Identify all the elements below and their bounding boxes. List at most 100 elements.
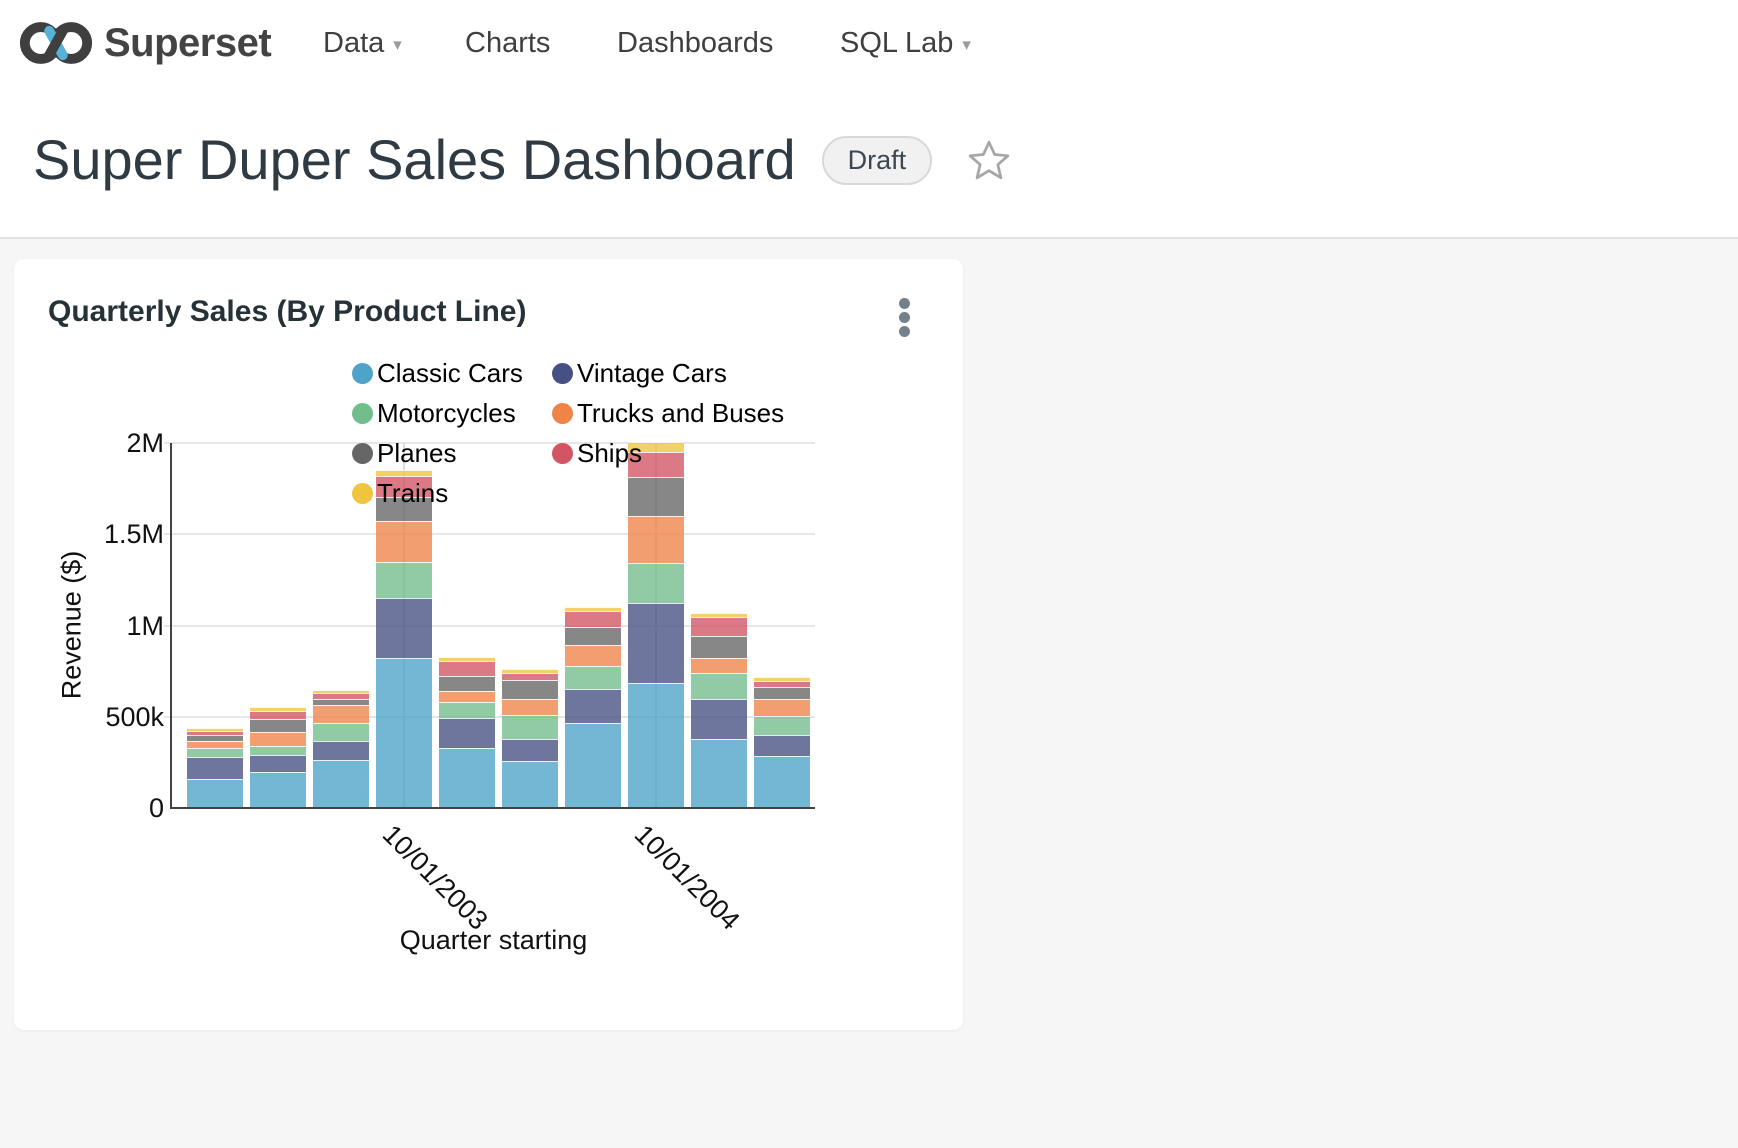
bar-segment-classic-cars[interactable] <box>313 760 369 808</box>
bar-segment-classic-cars[interactable] <box>502 761 558 808</box>
bar-segment-trucks-and-buses[interactable] <box>502 699 558 715</box>
bar-segment-trucks-and-buses[interactable] <box>376 521 432 562</box>
legend-label: Vintage Cars <box>577 358 727 389</box>
status-badge: Draft <box>822 136 933 185</box>
chart-legend: Classic Cars Vintage Cars Motorcycles Truck… <box>352 353 784 513</box>
bar-segment-planes[interactable] <box>565 627 621 645</box>
bar-segment-classic-cars[interactable] <box>187 779 243 808</box>
bar-segment-classic-cars[interactable] <box>250 772 306 808</box>
bar-segment-motorcycles[interactable] <box>691 673 747 699</box>
bar-segment-motorcycles[interactable] <box>502 715 558 739</box>
bar-segment-trucks-and-buses[interactable] <box>439 691 495 702</box>
legend-item-trains[interactable]: Trains <box>352 473 552 513</box>
bar-segment-classic-cars[interactable] <box>439 748 495 808</box>
bar-segment-trucks-and-buses[interactable] <box>565 645 621 666</box>
bar-segment-trucks-and-buses[interactable] <box>628 516 684 563</box>
stacked-bar-07/01/2004[interactable] <box>565 607 621 808</box>
bar-segment-motorcycles[interactable] <box>376 562 432 598</box>
legend-color-dot <box>352 443 373 464</box>
legend-item-trucks-and-buses[interactable]: Trucks and Buses <box>552 393 784 433</box>
legend-color-dot <box>552 403 573 424</box>
legend-color-dot <box>352 363 373 384</box>
legend-item-classic-cars[interactable]: Classic Cars <box>352 353 552 393</box>
dashboard-title-row: Super Duper Sales Dashboard Draft <box>33 124 1010 196</box>
app-header: Superset Data▾ Charts Dashboards SQL Lab▾ S… <box>0 0 1738 239</box>
page-title: Super Duper Sales Dashboard <box>33 124 796 196</box>
bar-segment-planes[interactable] <box>691 636 747 658</box>
nav-item-charts[interactable]: Charts <box>465 0 550 86</box>
favorite-star-icon[interactable] <box>968 139 1010 181</box>
y-tick-label: 1.5M <box>54 518 164 550</box>
bar-segment-vintage-cars[interactable] <box>439 718 495 748</box>
bar-segment-vintage-cars[interactable] <box>754 735 810 756</box>
legend-label: Trains <box>377 478 448 509</box>
chevron-down-icon: ▾ <box>962 35 971 55</box>
bar-segment-motorcycles[interactable] <box>628 563 684 603</box>
stacked-bar-07/01/2003[interactable] <box>313 690 369 808</box>
chevron-down-icon: ▾ <box>393 35 402 55</box>
bar-segment-trucks-and-buses[interactable] <box>250 732 306 746</box>
legend-label: Ships <box>577 438 642 469</box>
stacked-bar-01/01/2003[interactable] <box>187 728 243 808</box>
bar-segment-trucks-and-buses[interactable] <box>691 658 747 673</box>
bar-segment-ships[interactable] <box>565 611 621 627</box>
legend-label: Classic Cars <box>377 358 523 389</box>
legend-item-vintage-cars[interactable]: Vintage Cars <box>552 353 784 393</box>
bar-segment-vintage-cars[interactable] <box>187 757 243 779</box>
bar-segment-vintage-cars[interactable] <box>565 689 621 723</box>
stacked-bar-04/01/2005[interactable] <box>754 677 810 808</box>
legend-item-ships[interactable]: Ships <box>552 433 784 473</box>
bar-segment-ships[interactable] <box>502 673 558 680</box>
brand-name: Superset <box>104 21 271 66</box>
bar-segment-motorcycles[interactable] <box>754 716 810 735</box>
bar-segment-trucks-and-buses[interactable] <box>313 705 369 723</box>
nav-item-dashboards[interactable]: Dashboards <box>617 0 773 86</box>
bar-segment-classic-cars[interactable] <box>691 739 747 808</box>
bar-segment-classic-cars[interactable] <box>628 683 684 808</box>
bar-segment-trucks-and-buses[interactable] <box>187 741 243 748</box>
legend-color-dot <box>352 403 373 424</box>
bar-segment-vintage-cars[interactable] <box>628 603 684 683</box>
bar-segment-planes[interactable] <box>754 687 810 699</box>
bar-segment-trucks-and-buses[interactable] <box>754 699 810 716</box>
bar-segment-motorcycles[interactable] <box>565 666 621 689</box>
navbar: Superset Data▾ Charts Dashboards SQL Lab▾ <box>0 0 1738 86</box>
legend-color-dot <box>352 483 373 504</box>
bar-segment-vintage-cars[interactable] <box>502 739 558 761</box>
stacked-bar-04/01/2003[interactable] <box>250 707 306 808</box>
bar-segment-planes[interactable] <box>502 680 558 699</box>
nav-item-sql-lab[interactable]: SQL Lab▾ <box>840 0 971 86</box>
y-tick-label: 2M <box>54 427 164 459</box>
bar-segment-vintage-cars[interactable] <box>250 755 306 772</box>
legend-label: Motorcycles <box>377 398 516 429</box>
bar-segment-ships[interactable] <box>250 711 306 719</box>
bar-segment-ships[interactable] <box>439 661 495 676</box>
bar-segment-classic-cars[interactable] <box>565 723 621 808</box>
bar-segment-vintage-cars[interactable] <box>691 699 747 739</box>
bar-segment-vintage-cars[interactable] <box>313 741 369 760</box>
nav-item-data[interactable]: Data▾ <box>323 0 402 86</box>
bar-segment-planes[interactable] <box>439 676 495 691</box>
y-tick-label: 1M <box>54 610 164 642</box>
stacked-bar-01/01/2005[interactable] <box>691 613 747 808</box>
y-tick-label: 500k <box>54 701 164 733</box>
bar-segment-planes[interactable] <box>250 719 306 732</box>
legend-label: Trucks and Buses <box>577 398 784 429</box>
superset-logo[interactable]: Superset <box>18 12 271 74</box>
stacked-bar-01/01/2004[interactable] <box>439 657 495 808</box>
bar-segment-classic-cars[interactable] <box>754 756 810 808</box>
legend-item-motorcycles[interactable]: Motorcycles <box>352 393 552 433</box>
bar-segment-vintage-cars[interactable] <box>376 598 432 658</box>
bar-segment-motorcycles[interactable] <box>187 748 243 757</box>
stacked-bar-10/01/2003[interactable] <box>376 470 432 808</box>
bar-segment-motorcycles[interactable] <box>250 746 306 755</box>
bar-segment-classic-cars[interactable] <box>376 658 432 808</box>
y-tick-label: 0 <box>54 792 164 824</box>
x-tick-label: 10/01/2004 <box>628 819 745 936</box>
legend-item-planes[interactable]: Planes <box>352 433 552 473</box>
bar-segment-motorcycles[interactable] <box>313 723 369 741</box>
stacked-bar-04/01/2004[interactable] <box>502 669 558 808</box>
bar-segment-ships[interactable] <box>691 617 747 636</box>
legend-color-dot <box>552 443 573 464</box>
bar-segment-motorcycles[interactable] <box>439 702 495 718</box>
